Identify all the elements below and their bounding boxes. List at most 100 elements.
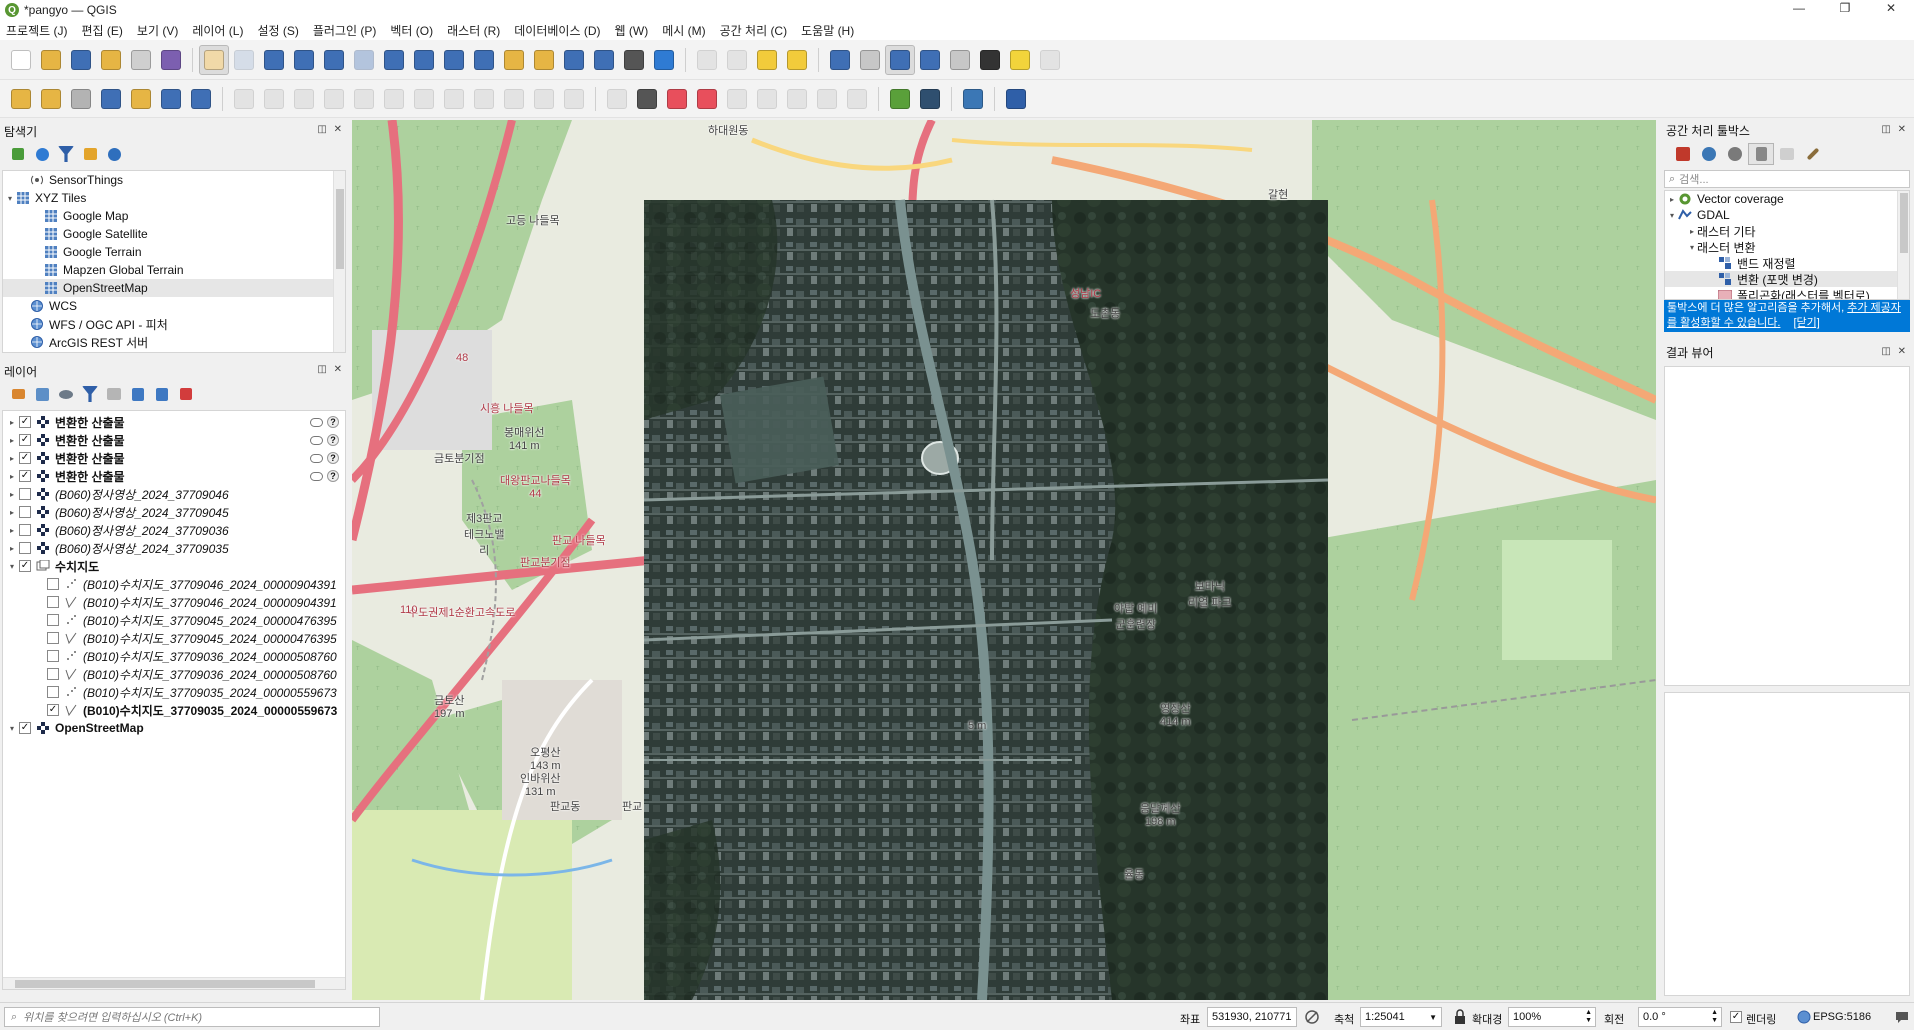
scale-combo[interactable]: 1:25041 ▼ [1360, 1007, 1442, 1027]
zoom-full-icon[interactable] [319, 45, 349, 75]
expand-arrow-icon[interactable]: ▸ [5, 490, 19, 499]
copy-features-icon[interactable] [469, 84, 499, 114]
menu-item-11[interactable]: 공간 처리 (C) [720, 22, 788, 39]
layer-visibility-checkbox[interactable] [47, 596, 59, 608]
unknown-crs-indicator-icon[interactable]: ? [327, 452, 339, 464]
new-bookmark-icon[interactable] [559, 45, 589, 75]
temporary-layer-indicator-icon[interactable] [310, 436, 323, 445]
menu-item-12[interactable]: 도움말 (H) [801, 22, 854, 39]
vertex-tool-icon[interactable] [349, 84, 379, 114]
move-label-icon[interactable] [782, 84, 812, 114]
layer-labeling-icon[interactable] [632, 84, 662, 114]
show-hide-labels-icon[interactable] [752, 84, 782, 114]
new-3d-map-icon[interactable] [529, 45, 559, 75]
layer-item[interactable]: ▾ ✓ OpenStreetMap [3, 719, 345, 737]
layer-item[interactable]: ▸ (B060)정사영상_2024_37709035 [3, 539, 345, 557]
change-label-icon[interactable] [842, 84, 872, 114]
close-button[interactable]: ✕ [1868, 0, 1914, 20]
layer-item[interactable]: (B010)수치지도_37709045_2024_00000476395 [3, 629, 345, 647]
data-source-manager-icon[interactable] [6, 84, 36, 114]
new-print-layout-icon[interactable] [96, 45, 126, 75]
menu-item-9[interactable]: 웹 (W) [615, 22, 649, 39]
expand-arrow-icon[interactable]: ▸ [5, 508, 19, 517]
toolbox-item[interactable]: ▾ 래스터 변환 [1665, 239, 1909, 255]
select-features-icon[interactable] [692, 45, 722, 75]
field-calculator-icon[interactable] [945, 45, 975, 75]
new-shapefile-icon[interactable] [66, 84, 96, 114]
deselect-icon[interactable] [752, 45, 782, 75]
float-panel-icon[interactable]: ◫ [317, 124, 328, 135]
layer-item[interactable]: ▾ ✓ 수치지도 [3, 557, 345, 575]
layer-visibility-checkbox[interactable]: ✓ [19, 452, 31, 464]
close-notice-link[interactable]: [닫기] [1794, 317, 1820, 329]
toolbox-search-input[interactable]: ⌕ 검색... [1664, 170, 1910, 188]
save-edits-icon[interactable] [289, 84, 319, 114]
toolbox-item[interactable]: ▾ GDAL [1665, 207, 1909, 223]
map-tips-icon[interactable] [1005, 45, 1035, 75]
menu-item-3[interactable]: 레이어 (L) [192, 22, 243, 39]
results-viewer-icon[interactable] [1748, 143, 1774, 165]
layer-item[interactable]: ▸ ✓ 변환한 산출물? [3, 467, 345, 485]
expand-arrow-icon[interactable]: ▸ [5, 418, 19, 427]
layer-visibility-checkbox[interactable]: ✓ [19, 416, 31, 428]
undo-icon[interactable] [529, 84, 559, 114]
expand-arrow-icon[interactable]: ▾ [5, 562, 19, 571]
collapse-all-layers-button[interactable] [150, 383, 174, 405]
toolbox-item[interactable]: 폴리곤화(래스터를 벡터로) [1665, 287, 1909, 299]
new-temp-layer-icon[interactable] [126, 84, 156, 114]
close-panel-icon[interactable]: ✕ [334, 124, 344, 135]
layer-visibility-checkbox[interactable] [19, 488, 31, 500]
layer-visibility-checkbox[interactable] [19, 542, 31, 554]
layer-item[interactable]: (B010)수치지도_37709045_2024_00000476395 [3, 611, 345, 629]
menu-item-2[interactable]: 보기 (V) [137, 22, 178, 39]
digitize-icon[interactable] [319, 84, 349, 114]
expand-arrow-icon[interactable]: ▾ [1687, 243, 1697, 252]
filter-legend-button[interactable] [78, 383, 102, 405]
models-icon[interactable] [1670, 143, 1696, 165]
edit-features-in-place-icon[interactable] [1774, 143, 1800, 165]
expand-all-button[interactable] [126, 383, 150, 405]
layer-visibility-checkbox[interactable] [47, 686, 59, 698]
layer-visibility-checkbox[interactable] [47, 650, 59, 662]
browser-item[interactable]: ArcGIS REST 서버 [3, 333, 345, 351]
minimize-button[interactable]: — [1776, 0, 1822, 20]
layer-visibility-checkbox[interactable]: ✓ [19, 470, 31, 482]
menu-item-8[interactable]: 데이터베이스 (D) [514, 22, 600, 39]
float-panel-icon[interactable]: ◫ [317, 364, 328, 375]
browser-item[interactable]: OpenStreetMap [3, 279, 345, 297]
toggle-editing-icon[interactable] [259, 84, 289, 114]
layer-item[interactable]: ▸ ✓ 변환한 산출물? [3, 449, 345, 467]
browser-item[interactable]: WCS [3, 297, 345, 315]
coordinate-field[interactable]: 531930, 210771 [1207, 1007, 1297, 1027]
layout-manager-icon[interactable] [126, 45, 156, 75]
layer-tree-hscrollbar[interactable] [3, 977, 345, 989]
measure-line-icon[interactable] [975, 45, 1005, 75]
render-checkbox[interactable]: ✓ [1730, 1011, 1742, 1023]
locate-icon[interactable] [1035, 45, 1065, 75]
toolbox-item[interactable]: 변환 (포맷 변경) [1665, 271, 1909, 287]
menu-item-10[interactable]: 메시 (M) [662, 22, 705, 39]
zoom-out-icon[interactable] [289, 45, 319, 75]
toolbox-icon[interactable] [885, 44, 915, 75]
add-selected-layers-button[interactable] [6, 143, 30, 165]
layer-item[interactable]: (B010)수치지도_37709035_2024_00000559673 [3, 683, 345, 701]
gps-tools-icon[interactable] [915, 84, 945, 114]
layer-item[interactable]: ▸ ✓ 변환한 산출물? [3, 413, 345, 431]
georeferencer-icon[interactable] [885, 84, 915, 114]
new-spatialite-icon[interactable] [96, 84, 126, 114]
redo-icon[interactable] [559, 84, 589, 114]
options-icon[interactable] [1800, 143, 1826, 165]
zoom-to-selection-icon[interactable] [349, 45, 379, 75]
python-console-icon[interactable] [958, 84, 988, 114]
lock-icon[interactable] [1452, 1009, 1468, 1025]
browser-item[interactable]: SensorThings [3, 171, 345, 189]
menu-item-1[interactable]: 편집 (E) [82, 22, 123, 39]
layer-visibility-checkbox[interactable] [47, 614, 59, 626]
open-project-icon[interactable] [36, 45, 66, 75]
filter-browser-button[interactable] [54, 143, 78, 165]
expand-arrow-icon[interactable]: ▸ [1687, 227, 1697, 236]
new-geopackage-icon[interactable] [36, 84, 66, 114]
close-panel-icon[interactable]: ✕ [334, 364, 344, 375]
layer-item[interactable]: ▸ ✓ 변환한 산출물? [3, 431, 345, 449]
expand-arrow-icon[interactable]: ▸ [1667, 195, 1677, 204]
